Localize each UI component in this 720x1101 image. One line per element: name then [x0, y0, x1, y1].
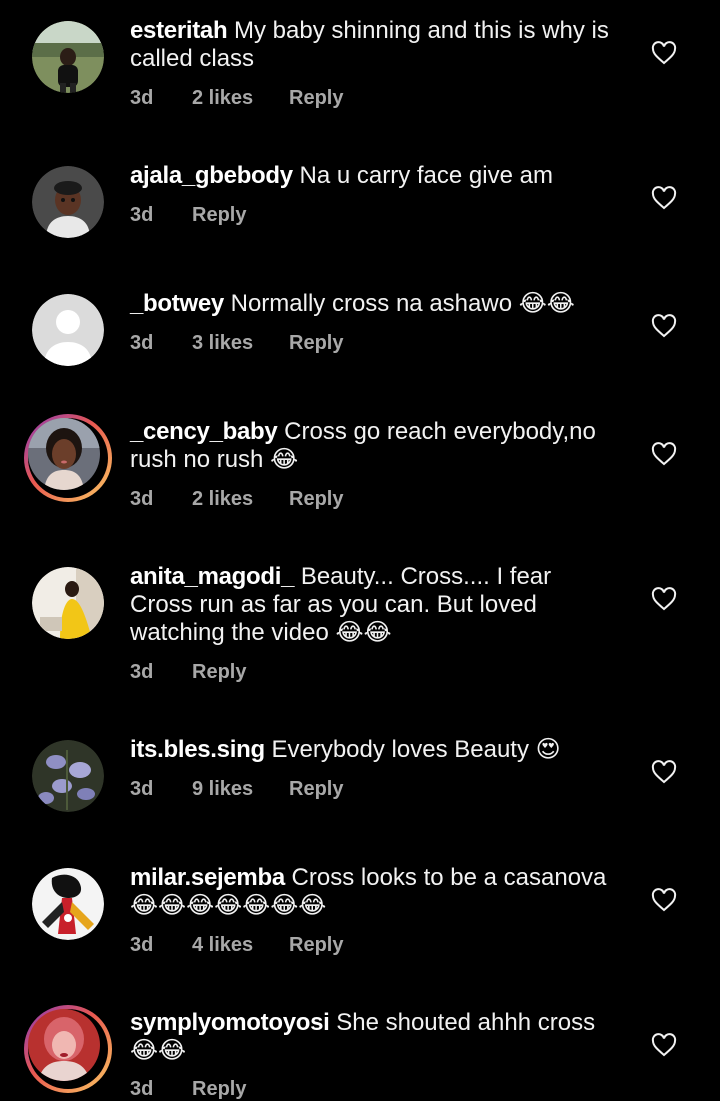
- comment-text: Everybody loves Beauty 😍: [271, 736, 561, 763]
- avatar[interactable]: [32, 166, 104, 238]
- reply-button[interactable]: Reply: [289, 488, 343, 511]
- comment-body: milar.sejemba Cross looks to be a casano…: [130, 864, 620, 920]
- comment-body: anita_magodi_ Beauty... Cross.... I fear…: [130, 563, 620, 647]
- default-avatar-icon: [32, 294, 104, 366]
- heart-outline-icon[interactable]: [651, 314, 677, 338]
- comment-time: 3d: [130, 934, 154, 956]
- comment-time: 3d: [130, 332, 154, 354]
- heart-outline-icon[interactable]: [651, 1033, 677, 1057]
- comment-body: _cency_baby Cross go reach everybody,no …: [130, 418, 620, 474]
- avatar[interactable]: [32, 294, 104, 366]
- photo-avatar-icon: [32, 21, 104, 93]
- comment-time: 3d: [130, 488, 154, 510]
- comment-username[interactable]: anita_magodi_: [130, 563, 294, 590]
- art-avatar-icon: [32, 868, 104, 940]
- comment-username[interactable]: symplyomotoyosi: [130, 1009, 330, 1036]
- reply-button[interactable]: Reply: [289, 934, 343, 957]
- comment-text: Normally cross na ashawo 😂😂: [230, 290, 575, 317]
- comment-time: 3d: [130, 204, 154, 226]
- comment-meta: 3d Reply: [130, 661, 246, 684]
- heart-outline-icon[interactable]: [651, 888, 677, 912]
- comment-meta: 3d 4 likes Reply: [130, 934, 343, 957]
- comment-likes[interactable]: 9 likes: [192, 778, 289, 801]
- comment-time: 3d: [130, 661, 154, 683]
- avatar[interactable]: [32, 567, 104, 639]
- comment-body: _botwey Normally cross na ashawo 😂😂: [130, 290, 620, 318]
- comment-time: 3d: [130, 778, 154, 800]
- photo-avatar-icon: [28, 418, 100, 490]
- comment-meta: 3d 2 likes Reply: [130, 87, 343, 110]
- photo-avatar-icon: [32, 567, 104, 639]
- heart-outline-icon[interactable]: [651, 760, 677, 784]
- reply-button[interactable]: Reply: [192, 204, 246, 227]
- comment-likes[interactable]: 2 likes: [192, 488, 289, 511]
- heart-outline-icon[interactable]: [651, 442, 677, 466]
- heart-outline-icon[interactable]: [651, 587, 677, 611]
- reply-button[interactable]: Reply: [192, 661, 246, 684]
- comment-username[interactable]: ajala_gbebody: [130, 162, 293, 189]
- comment-meta: 3d Reply: [130, 204, 246, 227]
- avatar[interactable]: [32, 868, 104, 940]
- reply-button[interactable]: Reply: [289, 778, 343, 801]
- comment-time: 3d: [130, 87, 154, 109]
- comment-meta: 3d 9 likes Reply: [130, 778, 343, 801]
- reply-button[interactable]: Reply: [289, 87, 343, 110]
- comment-body: symplyomotoyosi She shouted ahhh cross 😂…: [130, 1009, 620, 1065]
- avatar[interactable]: [32, 740, 104, 812]
- comment-meta: 3d 2 likes Reply: [130, 488, 343, 511]
- comment-likes[interactable]: 4 likes: [192, 934, 289, 957]
- comment-body: its.bles.sing Everybody loves Beauty 😍: [130, 736, 620, 764]
- comment-text: Na u carry face give am: [299, 162, 553, 189]
- avatar-story-ring[interactable]: [24, 414, 112, 502]
- comment-body: ajala_gbebody Na u carry face give am: [130, 162, 620, 190]
- comment-username[interactable]: _cency_baby: [130, 418, 278, 445]
- avatar[interactable]: [32, 21, 104, 93]
- photo-avatar-icon: [28, 1009, 100, 1081]
- heart-outline-icon[interactable]: [651, 41, 677, 65]
- comment-username[interactable]: its.bles.sing: [130, 736, 265, 763]
- cartoon-avatar-icon: [32, 166, 104, 238]
- avatar-story-ring[interactable]: [24, 1005, 112, 1093]
- comment-likes[interactable]: 2 likes: [192, 87, 289, 110]
- comment-username[interactable]: _botwey: [130, 290, 224, 317]
- comment-likes[interactable]: 3 likes: [192, 332, 289, 355]
- reply-button[interactable]: Reply: [289, 332, 343, 355]
- heart-outline-icon[interactable]: [651, 186, 677, 210]
- comment-meta: 3d 3 likes Reply: [130, 332, 343, 355]
- comment-body: esteritah My baby shinning and this is w…: [130, 17, 620, 73]
- comment-username[interactable]: esteritah: [130, 17, 228, 44]
- flower-photo-icon: [32, 740, 104, 812]
- comments-list: esteritah My baby shinning and this is w…: [0, 0, 720, 1100]
- comment-username[interactable]: milar.sejemba: [130, 864, 285, 891]
